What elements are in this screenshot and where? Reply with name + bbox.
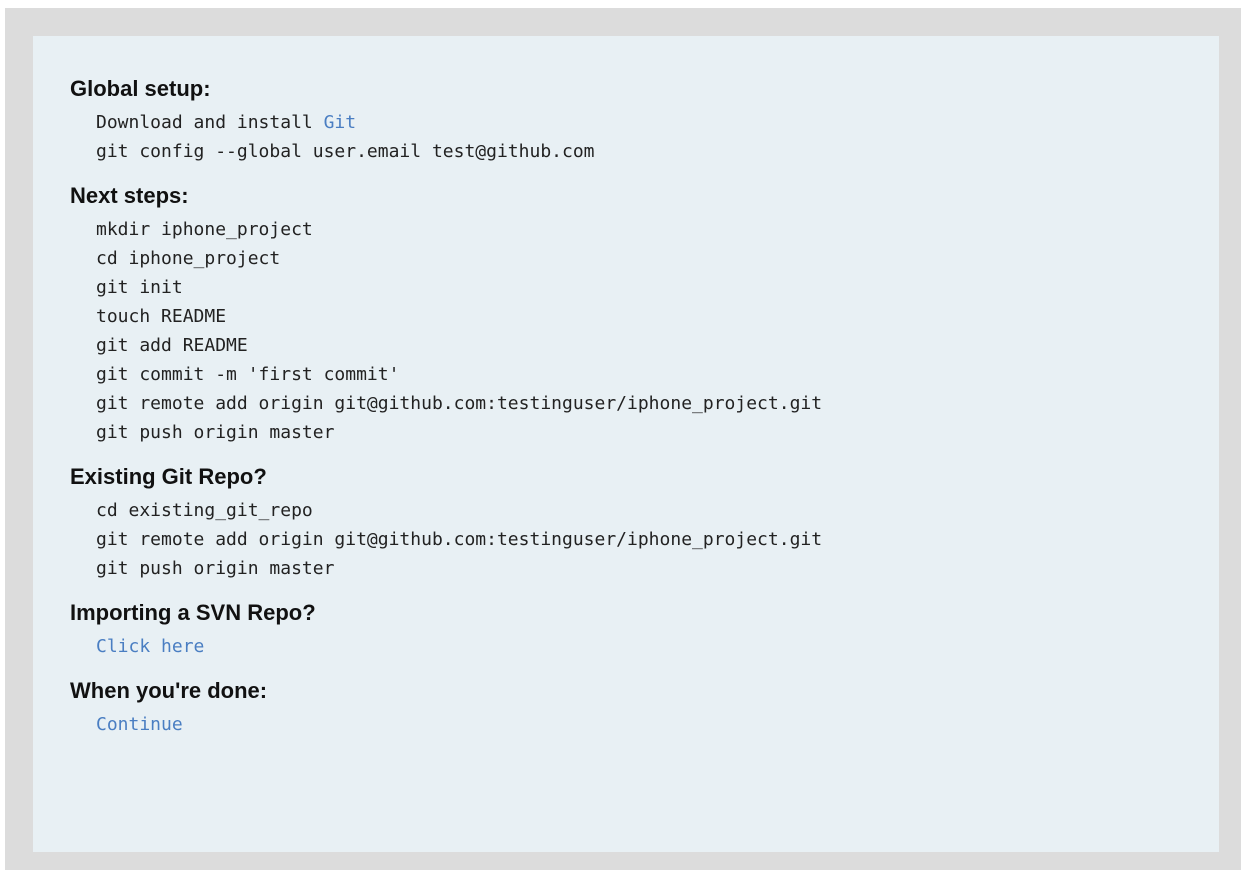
command-line: mkdir iphone_project: [96, 219, 313, 240]
continue-link[interactable]: Continue: [96, 714, 183, 735]
command-line: cd existing_git_repo: [96, 500, 313, 521]
import-svn-lines: Click here: [96, 632, 1219, 661]
download-git-line: Download and install Git: [96, 108, 1219, 137]
next-steps-heading: Next steps:: [70, 183, 189, 208]
command-line: git add README: [96, 335, 248, 356]
continue-line: Continue: [96, 710, 1219, 739]
command-line: cd iphone_project: [96, 248, 281, 269]
git-config-command: git config --global user.email test@gith…: [96, 141, 595, 162]
command-line: git remote add origin git@github.com:tes…: [96, 393, 823, 414]
command-line: git push origin master: [96, 422, 335, 443]
outer-frame: Global setup: Download and install Git g…: [5, 8, 1241, 870]
command-line: git init: [96, 277, 183, 298]
import-svn-heading: Importing a SVN Repo?: [70, 600, 316, 625]
import-svn-link[interactable]: Click here: [96, 636, 204, 657]
download-text: Download and install: [96, 112, 324, 133]
existing-repo-lines: cd existing_git_repo git remote add orig…: [96, 496, 1219, 583]
setup-instructions-panel: Global setup: Download and install Git g…: [33, 36, 1219, 852]
existing-repo-heading: Existing Git Repo?: [70, 464, 267, 489]
import-svn-section: Importing a SVN Repo? Click here: [70, 600, 1219, 661]
command-line: touch README: [96, 306, 227, 327]
command-line: git push origin master: [96, 558, 335, 579]
global-setup-lines: Download and install Git git config --gl…: [96, 108, 1219, 166]
next-steps-lines: mkdir iphone_project cd iphone_project g…: [96, 215, 1219, 447]
next-steps-section: Next steps: mkdir iphone_project cd ipho…: [70, 183, 1219, 447]
command-line: git remote add origin git@github.com:tes…: [96, 529, 823, 550]
git-download-link[interactable]: Git: [324, 112, 357, 133]
command-line: git commit -m 'first commit': [96, 364, 400, 385]
done-lines: Continue: [96, 710, 1219, 739]
import-svn-line: Click here: [96, 632, 1219, 661]
done-heading: When you're done:: [70, 678, 268, 703]
global-setup-section: Global setup: Download and install Git g…: [70, 76, 1219, 166]
done-section: When you're done: Continue: [70, 678, 1219, 739]
global-setup-heading: Global setup:: [70, 76, 211, 101]
existing-repo-section: Existing Git Repo? cd existing_git_repo …: [70, 464, 1219, 583]
